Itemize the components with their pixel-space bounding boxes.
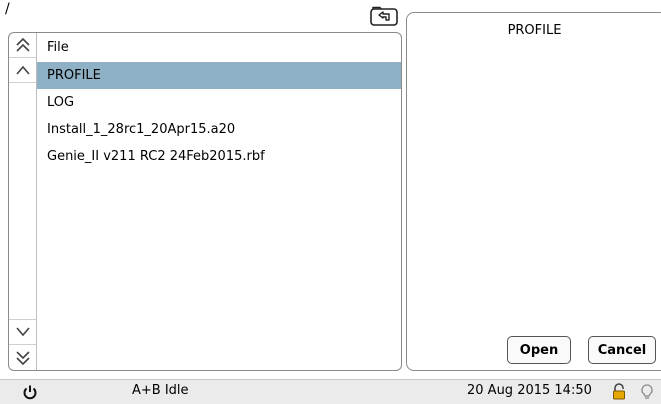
file-item-profile[interactable]: PROFILE bbox=[37, 62, 401, 89]
scroll-down-button[interactable] bbox=[9, 319, 36, 344]
folder-up-icon[interactable] bbox=[370, 6, 398, 26]
scroll-top-button[interactable] bbox=[9, 33, 36, 58]
cancel-button[interactable]: Cancel bbox=[588, 336, 656, 364]
bulb-icon bbox=[641, 384, 653, 399]
chevron-down-icon bbox=[15, 327, 30, 337]
status-text: A+B Idle bbox=[132, 383, 189, 398]
preview-panel: PROFILE Open Cancel bbox=[406, 12, 661, 371]
open-button[interactable]: Open bbox=[507, 336, 571, 364]
scroll-controls bbox=[9, 33, 37, 370]
file-list-panel: File PROFILE LOG Install_1_28rc1_20Apr15… bbox=[8, 32, 402, 371]
current-path: / bbox=[5, 1, 10, 17]
status-bar: A+B Idle 20 Aug 2015 14:50 bbox=[0, 379, 661, 404]
datetime-text: 20 Aug 2015 14:50 bbox=[467, 383, 592, 398]
file-item-install[interactable]: Install_1_28rc1_20Apr15.a20 bbox=[37, 116, 401, 143]
chevron-up-icon bbox=[15, 65, 30, 75]
scroll-up-button[interactable] bbox=[9, 58, 36, 83]
file-column-header: File bbox=[47, 40, 69, 55]
scroll-bottom-button[interactable] bbox=[9, 344, 36, 370]
file-item-genie[interactable]: Genie_II v211 RC2 24Feb2015.rbf bbox=[37, 143, 401, 170]
power-icon[interactable] bbox=[22, 384, 38, 400]
preview-title: PROFILE bbox=[507, 23, 562, 38]
file-item-log[interactable]: LOG bbox=[37, 89, 401, 116]
lock-icon bbox=[613, 383, 625, 400]
double-chevron-down-icon bbox=[15, 350, 30, 365]
double-chevron-up-icon bbox=[15, 37, 30, 52]
